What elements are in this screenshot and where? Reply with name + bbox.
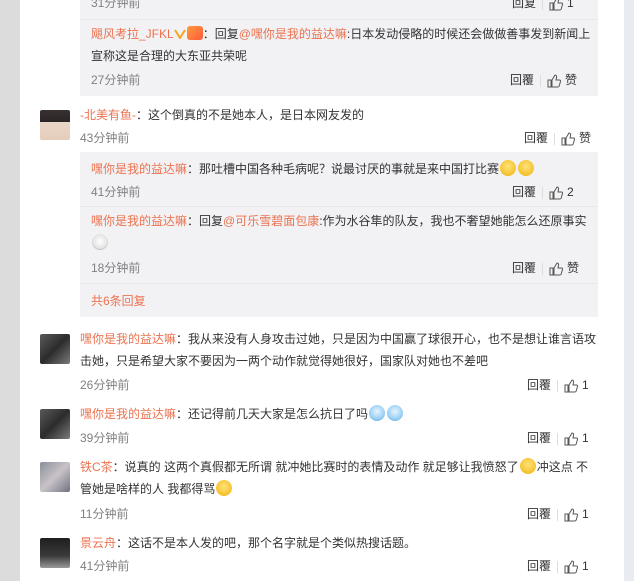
comment-body: ：说真的 这两个真假都无所谓 就冲她比赛时的表情及动作 就足够让我愤怒了 xyxy=(112,460,519,474)
emoji-icon xyxy=(500,160,517,176)
thumbs-up-icon[interactable] xyxy=(561,132,576,146)
divider xyxy=(557,560,559,573)
comment-actions: 回覆 1 xyxy=(527,429,589,447)
divider xyxy=(80,206,598,207)
scrollbar-track[interactable] xyxy=(624,0,634,581)
reply-button[interactable]: 回覆 xyxy=(527,557,551,575)
thumbs-up-icon[interactable] xyxy=(549,0,564,11)
member-badge-icon xyxy=(186,26,203,40)
reply-button[interactable]: 回覆 xyxy=(527,429,551,447)
reply-button[interactable]: 回复 xyxy=(512,0,536,12)
comment-time: 18分钟前 xyxy=(91,261,141,275)
avatar[interactable] xyxy=(40,110,70,140)
comment-actions: 回覆 1 xyxy=(527,557,589,575)
emoji-icon xyxy=(518,160,535,176)
comment-text: -北美有鱼-：这个倒真的不是她本人，是日本网友发的 xyxy=(80,104,590,126)
comment-text: 嘿你是我的益达嘛：还记得前几天大家是怎么抗日了吗 xyxy=(80,403,600,425)
mention-link[interactable]: @嘿你是我的益达嘛 xyxy=(239,27,347,41)
comment-actions: 回覆 2 xyxy=(512,183,574,201)
divider xyxy=(557,508,559,521)
comment-body: ：这话不是本人发的吧，那个名字就是个类似热搜话题。 xyxy=(116,536,417,550)
comment-time: 39分钟前 xyxy=(80,431,130,445)
reply-prefix: ：回复 xyxy=(187,214,224,228)
thumbs-up-icon[interactable] xyxy=(564,560,579,574)
emoji-icon xyxy=(387,405,404,421)
comment-time: 27分钟前 xyxy=(91,73,141,87)
reply-button[interactable]: 回覆 xyxy=(524,129,548,147)
like-count: 1 xyxy=(567,0,574,10)
divider xyxy=(557,379,559,392)
reply-button[interactable]: 回覆 xyxy=(527,376,551,394)
reply-prefix: ：回复 xyxy=(202,27,239,41)
username-link[interactable]: 嘿你是我的益达嘛 xyxy=(91,162,187,176)
reply-button[interactable]: 回覆 xyxy=(510,71,534,89)
divider xyxy=(557,432,559,445)
comment-text: 景云舟：这话不是本人发的吧，那个名字就是个类似热搜话题。 xyxy=(80,532,600,554)
username-link[interactable]: 飓风考拉_JFKL xyxy=(91,27,174,41)
divider xyxy=(542,262,544,275)
like-label[interactable]: 赞 xyxy=(567,259,579,277)
like-count: 1 xyxy=(582,378,589,392)
divider xyxy=(542,0,544,10)
thumbs-up-icon[interactable] xyxy=(549,186,564,200)
comment-time: 31分钟前 xyxy=(91,0,141,10)
reply-text: 嘿你是我的益达嘛：回复@可乐雪碧面包康:作为水谷隼的队友，我也不奢望她能怎么还原… xyxy=(91,210,591,254)
comment-time: 41分钟前 xyxy=(91,185,141,199)
thumbs-up-icon[interactable] xyxy=(564,432,579,446)
thumbs-up-icon[interactable] xyxy=(564,379,579,393)
comment-body: ：那吐槽中国各种毛病呢？说最讨厌的事就是来中国打比赛 xyxy=(187,162,500,176)
divider xyxy=(80,283,598,284)
comment-text: 嘿你是我的益达嘛：我从来没有人身攻击过她，只是因为中国赢了球很开心，也不是想让谁… xyxy=(80,328,600,372)
avatar[interactable] xyxy=(40,334,70,364)
emoji-icon xyxy=(216,480,233,496)
comment-actions: 回覆 1 xyxy=(527,505,589,523)
avatar[interactable] xyxy=(40,462,70,492)
like-count: 1 xyxy=(582,431,589,445)
thumbs-up-icon[interactable] xyxy=(549,262,564,276)
thumbs-up-icon[interactable] xyxy=(547,74,562,88)
reply-text: 飓风考拉_JFKL ：回复@嘿你是我的益达嘛:日本发动侵略的时候还会做做善事发到新… xyxy=(91,23,591,67)
comment-actions: 回覆 赞 xyxy=(510,71,577,89)
username-link[interactable]: 铁C茶 xyxy=(80,460,113,474)
like-count: 1 xyxy=(582,559,589,573)
avatar[interactable] xyxy=(40,409,70,439)
divider xyxy=(542,186,544,199)
comment-body: :作为水谷隼的队友，我也不奢望她能怎么还原事实 xyxy=(319,214,587,228)
more-replies-link[interactable]: 共6条回复 xyxy=(91,292,146,309)
reply-text: 嘿你是我的益达嘛：那吐槽中国各种毛病呢？说最讨厌的事就是来中国打比赛 xyxy=(91,158,591,180)
like-label[interactable]: 赞 xyxy=(565,71,577,89)
reply-button[interactable]: 回覆 xyxy=(512,259,536,277)
comment-time: 11分钟前 xyxy=(80,507,129,521)
divider xyxy=(554,132,556,145)
username-link[interactable]: 嘿你是我的益达嘛 xyxy=(80,407,176,421)
username-link[interactable]: 嘿你是我的益达嘛 xyxy=(91,214,187,228)
username-link[interactable]: 景云舟 xyxy=(80,536,116,550)
comment-actions: 回覆 赞 xyxy=(512,259,579,277)
divider xyxy=(80,19,598,20)
comment-text: 铁C茶：说真的 这两个真假都无所谓 就冲她比赛时的表情及动作 就足够让我愤怒了冲… xyxy=(80,456,600,500)
reply-button[interactable]: 回覆 xyxy=(512,183,536,201)
emoji-icon xyxy=(92,234,108,250)
verified-v-icon xyxy=(173,29,186,39)
comment-time: 43分钟前 xyxy=(80,131,130,145)
avatar[interactable] xyxy=(40,538,70,568)
mention-link[interactable]: @可乐雪碧面包康 xyxy=(223,214,319,228)
comment-time: 26分钟前 xyxy=(80,378,130,392)
comment-actions: 回覆 赞 xyxy=(524,129,591,147)
divider xyxy=(540,74,542,87)
emoji-icon xyxy=(369,405,386,421)
like-label[interactable]: 赞 xyxy=(579,129,591,147)
like-count: 2 xyxy=(567,185,574,199)
username-link[interactable]: -北美有鱼- xyxy=(80,108,136,122)
username-link[interactable]: 嘿你是我的益达嘛 xyxy=(80,332,176,346)
thumbs-up-icon[interactable] xyxy=(564,508,579,522)
comment-time: 41分钟前 xyxy=(80,559,130,573)
reply-button[interactable]: 回覆 xyxy=(527,505,551,523)
comment-body: ：还记得前几天大家是怎么抗日了吗 xyxy=(176,407,369,421)
comment-body: ：这个倒真的不是她本人，是日本网友发的 xyxy=(136,108,365,122)
emoji-icon xyxy=(519,458,536,474)
like-count: 1 xyxy=(582,507,589,521)
comment-actions: 回复 1 xyxy=(512,0,574,12)
comment-actions: 回覆 1 xyxy=(527,376,589,394)
